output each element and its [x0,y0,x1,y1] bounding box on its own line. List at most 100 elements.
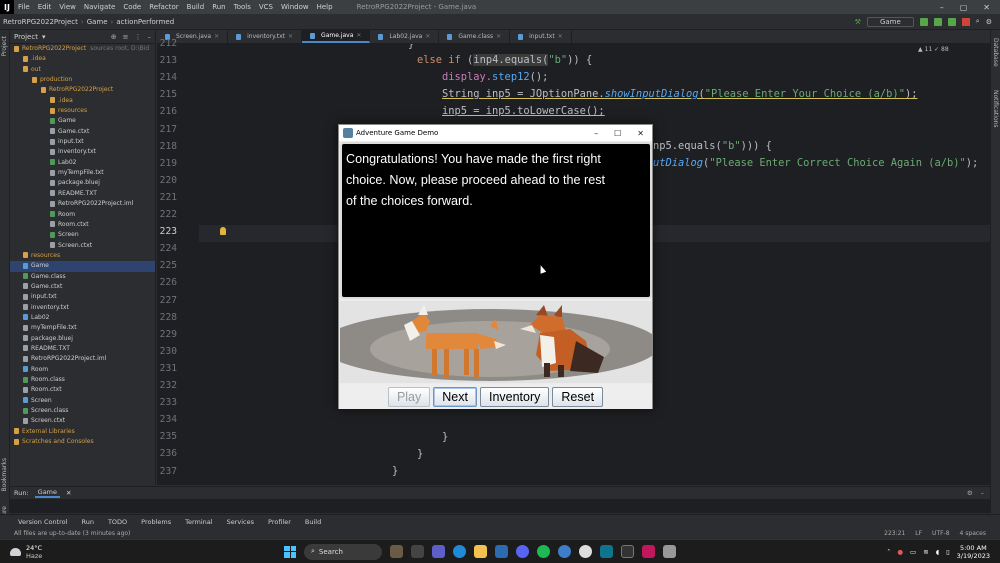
menu-window[interactable]: Window [277,3,313,11]
tree-item[interactable]: External Libraries [10,427,155,437]
tool-profiler[interactable]: Profiler [268,518,291,526]
chrome-icon[interactable] [558,545,571,558]
database-tool-tab[interactable]: Database [992,38,999,67]
inspection-widget[interactable]: ▲ 11 ✓ 88 [918,46,949,53]
tree-item[interactable]: .idea [10,96,155,106]
tree-item[interactable]: RetroRPG2022Project.iml [10,199,155,209]
run-config-select[interactable]: Game [866,16,914,27]
run-console[interactable] [10,499,990,513]
breadcrumb-method[interactable]: actionPerformed [113,18,177,26]
breadcrumb-class[interactable]: Game [84,18,111,26]
tree-item[interactable]: inventory.txt [10,147,155,157]
tree-item[interactable]: package.bluej [10,334,155,344]
menu-build[interactable]: Build [183,3,209,11]
ide-minimize-button[interactable]: – [940,3,944,12]
menu-run[interactable]: Run [208,3,229,11]
tree-item[interactable]: RetroRPG2022Project [10,85,155,95]
microphone-icon[interactable]: ● [897,548,903,556]
caret-position[interactable]: 223:21 [884,530,905,537]
app-title-bar[interactable]: Adventure Game Demo – ☐ ✕ [339,125,652,141]
tree-item[interactable]: RetroRPG2022Project sources root, D:\Bid [10,44,155,54]
close-tab-icon[interactable]: ✕ [496,33,501,40]
tree-item[interactable]: Room.ctxt [10,220,155,230]
tree-item[interactable]: Screen.ctxt [10,416,155,426]
settings-gear-icon[interactable]: ⚙ [986,18,992,26]
run-tab-game[interactable]: Game [34,488,61,498]
store-icon[interactable] [495,545,508,558]
ide-maximize-button[interactable]: ▢ [960,3,968,12]
hide-icon[interactable]: – [981,489,984,497]
tree-item[interactable]: Game.ctxt [10,127,155,137]
app-maximize-button[interactable]: ☐ [614,129,621,138]
editor-tab[interactable]: inventory.txt ✕ [228,30,303,43]
menu-vcs[interactable]: VCS [255,3,277,11]
tree-item[interactable]: input.txt [10,292,155,302]
menu-edit[interactable]: Edit [34,3,56,11]
edge-icon[interactable] [453,545,466,558]
close-tab-icon[interactable]: ✕ [425,33,430,40]
debug-button[interactable] [933,17,942,26]
tree-item[interactable]: Game.ctxt [10,282,155,292]
tool-terminal[interactable]: Terminal [185,518,212,526]
file-explorer-icon[interactable] [474,545,487,558]
bookmarks-tool-tab[interactable]: Bookmarks [1,458,8,492]
tree-item[interactable]: README.TXT [10,189,155,199]
tree-item[interactable]: Screen [10,396,155,406]
tree-item[interactable]: Game.class [10,272,155,282]
menu-code[interactable]: Code [119,3,145,11]
tree-item[interactable]: Lab02 [10,313,155,323]
options-icon[interactable]: ⋮ [135,33,142,41]
teams-icon[interactable] [432,545,445,558]
tree-item[interactable]: resources [10,106,155,116]
tree-item[interactable]: resources [10,251,155,261]
search-everywhere-icon[interactable]: ⌕ [976,17,980,26]
hammer-icon[interactable]: ⚒ [855,18,861,26]
java-app-taskbar-icon[interactable] [663,545,676,558]
ide-close-button[interactable]: ✕ [983,3,990,12]
gear-icon[interactable]: ⚙ [967,489,973,497]
tree-item[interactable]: production [10,75,155,85]
locate-icon[interactable]: ⊕ [111,33,117,41]
editor-tab[interactable]: input.txt ✕ [510,30,572,43]
lightbulb-icon[interactable] [220,227,226,235]
chevron-down-icon[interactable]: ▾ [42,33,46,41]
volume-icon[interactable]: ◖ [936,548,939,556]
tree-item[interactable]: Room [10,365,155,375]
tool-build[interactable]: Build [305,518,321,526]
wifi-icon[interactable]: ≋ [923,548,928,556]
close-tab-icon[interactable]: ✕ [558,33,563,40]
next-button[interactable]: Next [433,386,477,407]
tree-item[interactable]: RetroRPG2022Project.iml [10,354,155,364]
weather-widget[interactable]: 24°C Haze [0,544,140,560]
app-minimize-button[interactable]: – [594,129,598,138]
tool-services[interactable]: Services [227,518,254,526]
breadcrumb-project[interactable]: RetroRPG2022Project [0,18,81,26]
photos-icon[interactable] [600,545,613,558]
tree-item[interactable]: inventory.txt [10,303,155,313]
discord-icon[interactable] [516,545,529,558]
tree-item[interactable]: Screen.ctxt [10,241,155,251]
chevron-up-icon[interactable]: ˄ [887,548,890,556]
tool-version-control[interactable]: Version Control [18,518,67,526]
terminal-icon[interactable] [621,545,634,558]
close-tab-icon[interactable]: ✕ [356,32,361,39]
indent-setting[interactable]: 4 spaces [960,530,986,537]
display-icon[interactable]: ▭ [910,548,916,556]
tree-item[interactable]: input.txt [10,137,155,147]
tree-item[interactable]: Room [10,210,155,220]
editor-tab[interactable]: Game.java ✕ [302,30,371,43]
project-tool-tab[interactable]: Project [1,36,8,57]
menu-refactor[interactable]: Refactor [145,3,182,11]
menu-help[interactable]: Help [313,3,337,11]
tree-item[interactable]: Game [10,261,155,272]
tree-item[interactable]: Game [10,116,155,126]
menu-tools[interactable]: Tools [230,3,255,11]
battery-icon[interactable]: ▯ [946,548,950,556]
stop-button[interactable] [961,17,970,26]
tree-item[interactable]: Room.class [10,375,155,385]
tree-item[interactable]: Lab02 [10,158,155,168]
windows-start-icon[interactable] [284,545,296,558]
taskbar-search[interactable]: ⌕ Search [304,543,382,560]
tool-todo[interactable]: TODO [108,518,127,526]
tree-item[interactable]: Screen.class [10,406,155,416]
